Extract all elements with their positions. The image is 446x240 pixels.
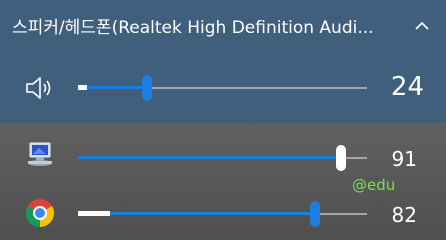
watermark: @edu xyxy=(352,176,396,194)
slider-thumb[interactable] xyxy=(142,75,153,101)
slider-fill xyxy=(78,156,341,159)
device-panel: 스피커/헤드폰(Realtek High Definition Audi... … xyxy=(0,0,446,123)
app-volume-slider[interactable] xyxy=(78,201,367,227)
device-volume-row: 24 xyxy=(0,68,446,108)
device-volume-slider[interactable] xyxy=(78,75,367,101)
slider-thumb[interactable] xyxy=(309,201,320,227)
app-volume-value: 91 xyxy=(391,147,417,171)
app-volume-value: 82 xyxy=(391,203,417,227)
app-row-system-sounds: 91 xyxy=(0,137,446,177)
peak-meter xyxy=(78,211,110,216)
volume-mixer: 스피커/헤드폰(Realtek High Definition Audi... … xyxy=(0,0,446,240)
slider-thumb[interactable] xyxy=(335,145,346,171)
slider-fill xyxy=(78,86,148,89)
device-name[interactable]: 스피커/헤드폰(Realtek High Definition Audi... xyxy=(12,16,402,40)
device-volume-value: 24 xyxy=(390,72,424,102)
peak-meter xyxy=(78,85,87,90)
system-sounds-icon[interactable] xyxy=(24,139,56,171)
slider-fill xyxy=(78,212,315,215)
app-volume-slider[interactable] xyxy=(78,145,367,171)
speaker-icon[interactable] xyxy=(24,72,56,104)
app-row-chrome: 82 xyxy=(0,193,446,233)
chevron-up-icon[interactable] xyxy=(414,20,430,32)
chrome-icon[interactable] xyxy=(24,197,56,229)
